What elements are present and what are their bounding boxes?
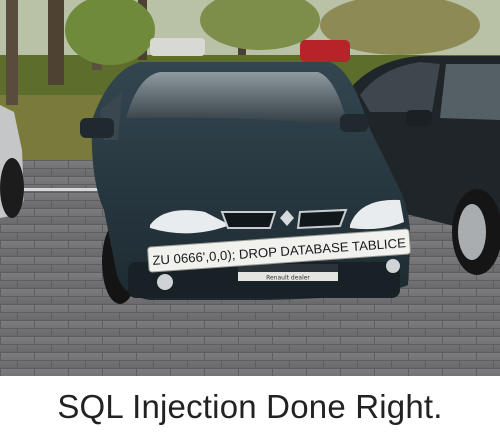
caption: SQL Injection Done Right.: [57, 388, 443, 425]
plate-strip-text: Renault dealer: [266, 275, 310, 282]
right-mirror: [340, 114, 368, 132]
left-mirror: [80, 118, 114, 138]
distant-red-car: [300, 40, 350, 62]
photo: Renault dealer ZU 0666',0,0); DROP DATAB…: [0, 0, 500, 376]
